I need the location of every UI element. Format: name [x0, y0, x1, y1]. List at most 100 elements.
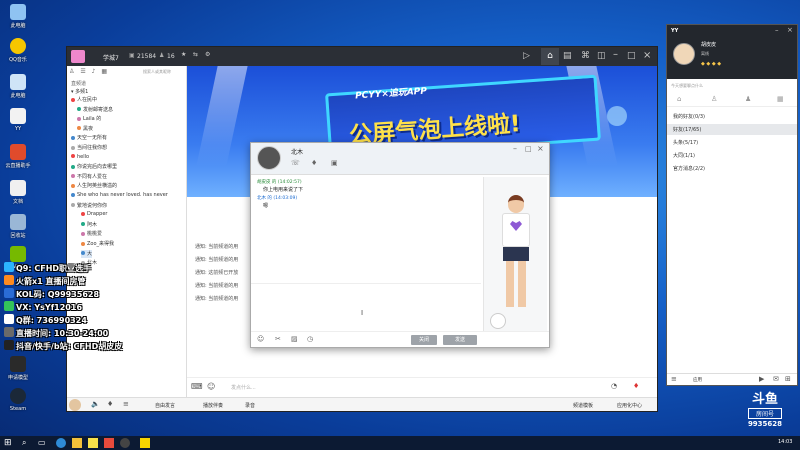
- group-icon[interactable]: ☰: [80, 68, 85, 75]
- speaker-icon[interactable]: 🔈: [91, 400, 100, 408]
- gamepad-icon[interactable]: ⌨: [191, 382, 203, 391]
- minimize-icon[interactable]: –: [513, 144, 517, 153]
- tree-item[interactable]: 天空一无所有: [71, 134, 107, 142]
- desktop-icon-yy[interactable]: YY: [2, 108, 34, 132]
- mic-icon[interactable]: ♦: [633, 382, 639, 390]
- desktop-icon-qqmusic[interactable]: QQ音乐: [2, 38, 34, 63]
- record-label[interactable]: 录音: [245, 402, 255, 409]
- douyu-logo: 斗鱼: [751, 392, 778, 407]
- friend-group[interactable]: 大同(1/1): [673, 152, 695, 159]
- status-text[interactable]: 离线: [701, 51, 709, 57]
- taskbar-app-obs[interactable]: [120, 438, 130, 448]
- friend-group[interactable]: 官方消息(2/2): [673, 165, 705, 172]
- overlay-info-text: 抖音/快手/b站: CFHD胡皮皮: [16, 342, 123, 351]
- app-center-label[interactable]: 应用化中心: [617, 402, 642, 409]
- mic-icon[interactable]: ♦: [311, 159, 317, 167]
- search-input[interactable]: 搜索人或其昵称: [143, 69, 171, 75]
- tree-item[interactable]: 你说完后向去哪里: [71, 163, 117, 171]
- scissors-icon[interactable]: ✂: [275, 335, 281, 343]
- taskbar-app-yy[interactable]: [88, 438, 98, 448]
- free-speak-label[interactable]: 自由发言: [155, 402, 175, 409]
- taskbar-app-edge[interactable]: [56, 438, 66, 448]
- share-icon[interactable]: ⇆: [193, 51, 198, 58]
- channel-root[interactable]: ▾ 多频1: [71, 88, 88, 95]
- image-icon[interactable]: ▨: [291, 335, 298, 343]
- clock[interactable]: 14:03: [778, 439, 792, 445]
- taskbar-app-folder[interactable]: [72, 438, 82, 448]
- user-avatar[interactable]: [69, 399, 81, 411]
- minimize-icon[interactable]: –: [613, 49, 618, 60]
- layout-icon[interactable]: ▤: [563, 51, 572, 61]
- contacts-icon[interactable]: ♙: [711, 95, 717, 103]
- tree-item[interactable]: 当间往我你想: [71, 144, 107, 152]
- history-icon[interactable]: ◷: [307, 335, 313, 343]
- taskview-icon[interactable]: ▭: [38, 438, 46, 447]
- game-icon[interactable]: ⊞: [785, 375, 791, 383]
- minimize-icon[interactable]: –: [775, 26, 779, 34]
- maximize-icon[interactable]: □: [627, 51, 636, 61]
- friends-header: YY – × 胡皮皮 离线 ◆ ◆ ◆ ◆: [667, 25, 797, 79]
- message-icon[interactable]: ✉: [773, 375, 779, 383]
- mini-avatar[interactable]: [490, 313, 506, 329]
- desktop-icon-pc2[interactable]: 此电脑: [2, 74, 34, 99]
- tree-item[interactable]: 不同有人爱在: [71, 173, 107, 181]
- voice-icon[interactable]: ☏: [291, 159, 300, 167]
- taskbar-app-yyhome[interactable]: [140, 438, 150, 448]
- close-icon[interactable]: ×: [537, 144, 544, 153]
- tree-item[interactable]: hello: [71, 154, 89, 162]
- star-icon[interactable]: ★: [181, 51, 186, 58]
- bubble-decoration: [607, 106, 627, 126]
- viewer-count: 21584: [137, 53, 157, 60]
- apps-label[interactable]: 应用: [693, 377, 702, 383]
- contact-avatar[interactable]: [257, 146, 281, 170]
- channel-avatar[interactable]: [71, 50, 85, 63]
- friend-group[interactable]: 好友(17/65): [667, 124, 797, 135]
- windows-start-icon[interactable]: ⊞: [4, 438, 12, 448]
- tree-item[interactable]: Laila 的: [77, 115, 101, 123]
- video-icon[interactable]: ▷: [523, 51, 530, 61]
- gamepad-icon[interactable]: ⌘: [581, 51, 590, 61]
- tree-item[interactable]: 黑夜: [77, 125, 93, 133]
- friends-search[interactable]: 今天想要聊点什么: [669, 81, 795, 91]
- tree-item[interactable]: 发射邮寄送息: [77, 106, 113, 114]
- taskbar-app-live[interactable]: [104, 438, 114, 448]
- send-button[interactable]: 发送: [443, 335, 477, 345]
- user-icon[interactable]: ♙: [69, 68, 74, 75]
- desktop-icon-doc[interactable]: 文档: [2, 180, 34, 205]
- settings-icon[interactable]: ⚙: [205, 51, 210, 58]
- close-icon[interactable]: ×: [643, 50, 651, 61]
- video-icon[interactable]: ▶: [759, 375, 764, 383]
- tree-item[interactable]: 人生阿英丝横溢的: [71, 182, 117, 190]
- desktop-icon-steam[interactable]: Steam: [2, 388, 34, 412]
- close-button[interactable]: 关闭: [411, 335, 437, 345]
- list-icon[interactable]: ▦: [101, 68, 107, 75]
- template-label[interactable]: 频道模板: [573, 402, 593, 409]
- search-icon[interactable]: ⌕: [22, 438, 26, 448]
- emoji-icon[interactable]: ☺: [207, 382, 215, 391]
- emoji-icon[interactable]: ☺: [257, 335, 264, 343]
- equalizer-icon[interactable]: ≡: [123, 400, 129, 408]
- friend-group[interactable]: 我的好友(0/3): [673, 113, 705, 120]
- close-icon[interactable]: ×: [787, 26, 793, 34]
- speech-icon[interactable]: ◔: [611, 382, 617, 390]
- accompaniment-label[interactable]: 播放伴奏: [203, 402, 223, 409]
- tree-item[interactable]: 人在民中: [71, 96, 97, 104]
- desktop-icon-recycle[interactable]: 回收站: [2, 214, 34, 239]
- home-icon[interactable]: ⌂: [677, 95, 681, 103]
- video-icon[interactable]: ▣: [331, 159, 338, 167]
- friend-group[interactable]: 头条(5/17): [673, 139, 698, 146]
- skin-icon[interactable]: ◫: [597, 51, 606, 61]
- desktop-icon-computer[interactable]: 此电脑: [2, 4, 34, 29]
- mic-icon[interactable]: ♦: [107, 400, 113, 408]
- user-avatar[interactable]: [673, 43, 695, 65]
- maximize-icon[interactable]: □: [525, 145, 532, 153]
- group-icon[interactable]: ♟: [745, 95, 751, 103]
- music-icon[interactable]: ♪: [92, 68, 96, 75]
- message-input[interactable]: I: [255, 293, 481, 331]
- apps-icon[interactable]: ▦: [777, 95, 784, 103]
- menu-icon[interactable]: ≡: [671, 375, 677, 383]
- desktop-icon-cloud[interactable]: 云直播助手: [2, 144, 34, 169]
- status-dot-icon: [71, 145, 75, 150]
- home-icon[interactable]: ⌂: [541, 48, 559, 65]
- chat-input[interactable]: 发点什么...: [231, 384, 256, 391]
